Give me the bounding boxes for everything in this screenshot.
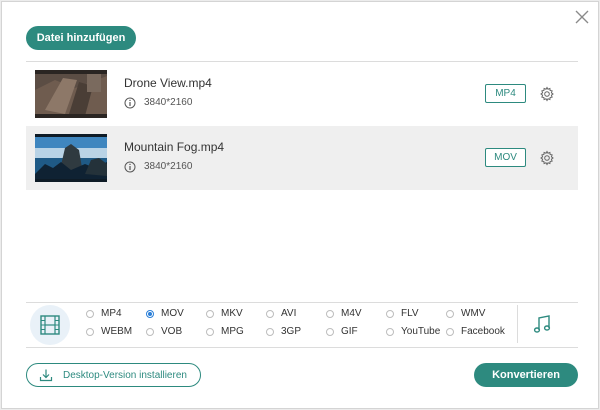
format-option-vob[interactable]: VOB bbox=[146, 326, 182, 337]
format-label: MP4 bbox=[101, 308, 122, 319]
format-label: MOV bbox=[161, 308, 184, 319]
format-label: MPG bbox=[221, 326, 244, 337]
radio-button[interactable] bbox=[266, 309, 274, 318]
converter-dialog: Datei hinzufügen Drone View.mp4 3840*216… bbox=[1, 1, 599, 409]
file-row[interactable]: Drone View.mp4 3840*2160 MP4 bbox=[26, 62, 578, 126]
format-option-gif[interactable]: GIF bbox=[326, 326, 358, 337]
format-option-flv[interactable]: FLV bbox=[386, 308, 419, 319]
format-label: GIF bbox=[341, 326, 358, 337]
install-desktop-label: Desktop-Version installieren bbox=[63, 369, 187, 381]
radio-button[interactable] bbox=[446, 309, 454, 318]
format-option-mov[interactable]: MOV bbox=[146, 308, 184, 319]
format-option-facebook[interactable]: Facebook bbox=[446, 326, 505, 337]
file-resolution: 3840*2160 bbox=[144, 161, 193, 172]
format-option-mpg[interactable]: MPG bbox=[206, 326, 244, 337]
mountain-thumbnail bbox=[35, 134, 107, 182]
radio-button[interactable] bbox=[386, 309, 394, 318]
gear-icon[interactable] bbox=[539, 150, 555, 166]
radio-button[interactable] bbox=[266, 327, 274, 336]
radio-button[interactable] bbox=[146, 327, 154, 336]
divider bbox=[517, 305, 518, 343]
format-option-mp4[interactable]: MP4 bbox=[86, 308, 122, 319]
format-option-m4v[interactable]: M4V bbox=[326, 308, 362, 319]
format-option-avi[interactable]: AVI bbox=[266, 308, 296, 319]
info-icon[interactable] bbox=[124, 160, 136, 173]
output-format-badge[interactable]: MOV bbox=[485, 148, 526, 167]
format-label: AVI bbox=[281, 308, 297, 319]
music-note-icon[interactable] bbox=[528, 310, 556, 338]
format-option-wmv[interactable]: WMV bbox=[446, 308, 485, 319]
format-option-3gp[interactable]: 3GP bbox=[266, 326, 301, 337]
format-label: VOB bbox=[161, 326, 183, 337]
file-list: Drone View.mp4 3840*2160 MP4 Mountain Fo… bbox=[26, 61, 578, 303]
file-resolution: 3840*2160 bbox=[144, 97, 193, 108]
format-label: MKV bbox=[221, 308, 243, 319]
format-label: WMV bbox=[461, 308, 486, 319]
add-file-button[interactable]: Datei hinzufügen bbox=[26, 26, 136, 50]
radio-button[interactable] bbox=[206, 327, 214, 336]
format-label: WEBM bbox=[101, 326, 133, 337]
radio-button[interactable] bbox=[326, 309, 334, 318]
format-label: YouTube bbox=[401, 326, 441, 337]
format-selector: MP4 MOV MKV AVI M4V FLV WMV WEBM VOB MPG 3GP GIF You… bbox=[26, 300, 578, 348]
gear-icon[interactable] bbox=[539, 86, 555, 102]
radio-button[interactable] bbox=[146, 309, 154, 318]
radio-button[interactable] bbox=[326, 327, 334, 336]
info-icon[interactable] bbox=[124, 96, 136, 109]
file-name: Drone View.mp4 bbox=[124, 76, 212, 90]
convert-button[interactable]: Konvertieren bbox=[474, 363, 578, 387]
format-option-webm[interactable]: WEBM bbox=[86, 326, 132, 337]
install-desktop-button[interactable]: Desktop-Version installieren bbox=[26, 363, 201, 387]
radio-button[interactable] bbox=[386, 327, 394, 336]
format-label: Facebook bbox=[461, 326, 505, 337]
radio-button[interactable] bbox=[206, 309, 214, 318]
output-format-badge[interactable]: MP4 bbox=[485, 84, 526, 103]
file-name: Mountain Fog.mp4 bbox=[124, 140, 225, 154]
format-label: FLV bbox=[401, 308, 419, 319]
drone-thumbnail bbox=[35, 70, 107, 118]
download-icon bbox=[39, 369, 53, 382]
film-icon[interactable] bbox=[30, 305, 70, 345]
radio-button[interactable] bbox=[86, 327, 94, 336]
format-label: 3GP bbox=[281, 326, 302, 337]
close-icon[interactable] bbox=[573, 8, 591, 26]
format-option-youtube[interactable]: YouTube bbox=[386, 326, 440, 337]
radio-button[interactable] bbox=[86, 309, 94, 318]
radio-button[interactable] bbox=[446, 327, 454, 336]
format-label: M4V bbox=[341, 308, 362, 319]
file-row[interactable]: Mountain Fog.mp4 3840*2160 MOV bbox=[26, 126, 578, 190]
format-option-mkv[interactable]: MKV bbox=[206, 308, 243, 319]
